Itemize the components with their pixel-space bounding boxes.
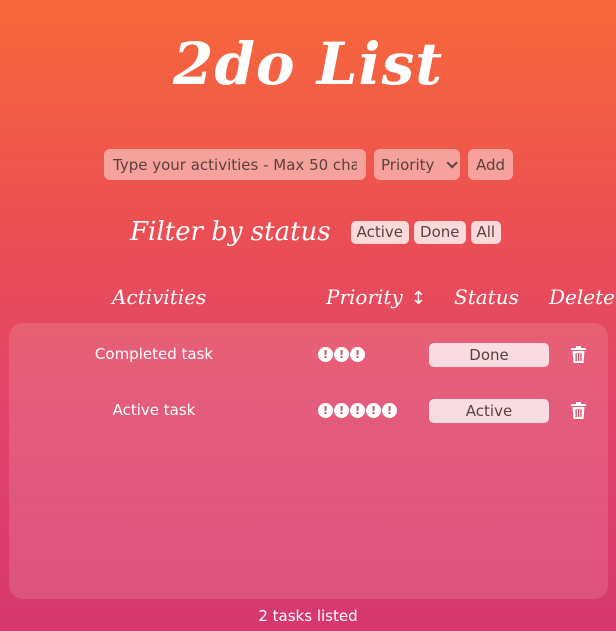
status-filter: Filter by status Active Done All [130, 213, 506, 251]
exclamation-circle-icon: ! [350, 403, 365, 418]
trash-icon[interactable] [571, 346, 586, 363]
app-title: 2do List [172, 30, 444, 98]
table-header: Activities Priority ↕ Status Delete [0, 285, 616, 319]
exclamation-circle-icon: ! [318, 347, 333, 362]
task-list: Completed task ! ! ! Done Active task ! … [9, 323, 608, 599]
add-button[interactable]: Add [468, 149, 513, 180]
priority-select-value: Priority [381, 155, 435, 174]
task-priority: ! ! ! [318, 347, 365, 362]
new-task-form: Priority Add [104, 149, 513, 180]
activities-header: Activities [112, 285, 207, 309]
sort-arrows-icon[interactable]: ↕ [411, 288, 426, 309]
exclamation-circle-icon: ! [366, 403, 381, 418]
task-name: Completed task [94, 345, 214, 363]
priority-header-label: Priority [326, 285, 403, 309]
task-count: 2 tasks listed [258, 607, 358, 625]
priority-header[interactable]: Priority ↕ [326, 285, 426, 309]
status-header: Status [454, 285, 519, 309]
task-input[interactable] [104, 149, 366, 180]
priority-select[interactable]: Priority [374, 149, 460, 180]
chevron-down-icon [446, 156, 458, 169]
exclamation-circle-icon: ! [350, 347, 365, 362]
filter-done-button[interactable]: Done [414, 220, 466, 244]
exclamation-circle-icon: ! [334, 347, 349, 362]
exclamation-circle-icon: ! [382, 403, 397, 418]
task-priority: ! ! ! ! ! [318, 403, 397, 418]
exclamation-circle-icon: ! [318, 403, 333, 418]
task-status-button[interactable]: Active [429, 399, 549, 423]
filter-all-button[interactable]: All [470, 220, 502, 244]
task-status-button[interactable]: Done [429, 343, 549, 367]
trash-icon[interactable] [571, 402, 586, 419]
filter-active-button[interactable]: Active [350, 220, 410, 244]
filter-label: Filter by status [130, 217, 331, 247]
task-name: Active task [112, 401, 196, 419]
exclamation-circle-icon: ! [334, 403, 349, 418]
delete-header: Delete [549, 285, 615, 309]
task-row: Completed task ! ! ! Done [9, 343, 608, 367]
task-row: Active task ! ! ! ! ! Active [9, 399, 608, 423]
